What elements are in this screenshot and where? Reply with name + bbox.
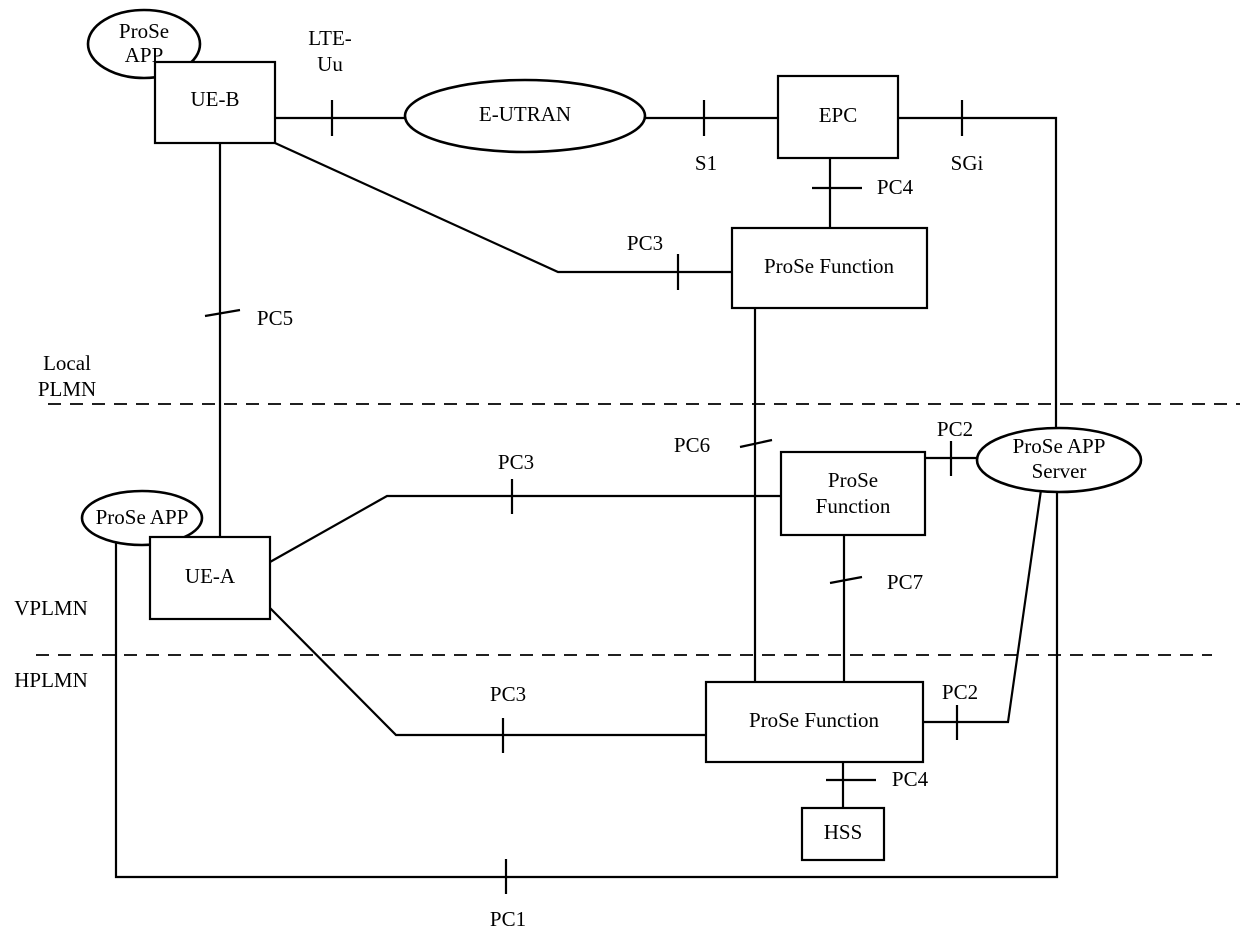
label-hplmn: HPLMN xyxy=(14,668,88,692)
node-prose-app-top-label-line1: ProSe xyxy=(119,19,169,43)
node-prose-function-local-label: ProSe Function xyxy=(764,254,895,278)
label-pc2-hplmn: PC2 xyxy=(942,680,978,704)
label-local-plmn-line2: PLMN xyxy=(38,377,96,401)
node-prose-function-vplmn-label-line1: ProSe xyxy=(828,468,878,492)
link-uea-prose-function-hplmn-pc3 xyxy=(269,607,707,737)
diagram-canvas: ProSe APP UE-B E-UTRAN EPC ProSe Functio… xyxy=(14,8,1240,931)
label-lte-uu-line1: LTE- xyxy=(308,26,352,50)
label-vplmn: VPLMN xyxy=(14,596,88,620)
tick-pc5 xyxy=(204,308,241,318)
label-pc3-uea-upper: PC3 xyxy=(498,450,534,474)
node-prose-app-server-label-line1: ProSe APP xyxy=(1013,434,1106,458)
label-pc4-bottom: PC4 xyxy=(892,767,929,791)
node-prose-app-server-label-line2: Server xyxy=(1032,459,1087,483)
label-pc7: PC7 xyxy=(887,570,923,594)
node-hss-label: HSS xyxy=(824,820,863,844)
tick-pc7 xyxy=(829,575,863,585)
node-ue-a-label: UE-A xyxy=(185,564,236,588)
label-local-plmn-line1: Local xyxy=(43,351,91,375)
label-pc5: PC5 xyxy=(257,306,293,330)
node-e-utran-label: E-UTRAN xyxy=(479,102,571,126)
node-ue-b-label: UE-B xyxy=(191,87,240,111)
label-pc2-vplmn: PC2 xyxy=(937,417,973,441)
label-pc3-uea-lower: PC3 xyxy=(490,682,526,706)
link-prose-function-hplmn-app-server-pc2 xyxy=(923,489,1043,724)
label-s1: S1 xyxy=(695,151,717,175)
label-pc4-top: PC4 xyxy=(877,175,914,199)
node-epc-label: EPC xyxy=(819,103,858,127)
prose-architecture-diagram: ProSe APP UE-B E-UTRAN EPC ProSe Functio… xyxy=(0,0,1240,940)
node-prose-app-bottom-label: ProSe APP xyxy=(96,505,189,529)
label-pc3-ueb: PC3 xyxy=(627,231,663,255)
node-prose-function-hplmn-label: ProSe Function xyxy=(749,708,880,732)
link-ueb-prose-function-pc3 xyxy=(274,141,732,274)
label-pc6: PC6 xyxy=(674,433,710,457)
node-prose-function-vplmn-label-line2: Function xyxy=(816,494,891,518)
label-sgi: SGi xyxy=(951,151,984,175)
label-pc1: PC1 xyxy=(490,907,526,931)
label-lte-uu-line2: Uu xyxy=(317,52,343,76)
link-uea-prose-function-vplmn-pc3 xyxy=(269,494,781,563)
